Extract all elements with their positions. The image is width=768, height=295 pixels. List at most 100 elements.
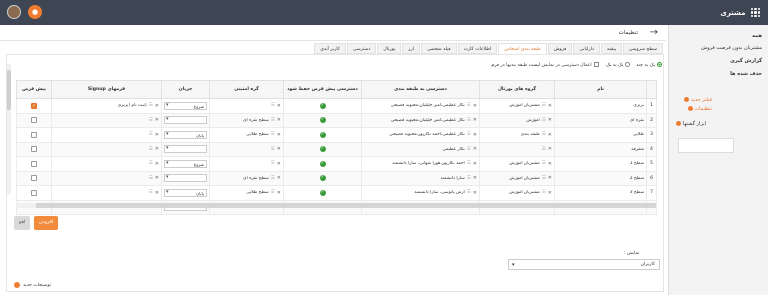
clear-icon[interactable]: ✕ bbox=[473, 175, 477, 181]
clear-icon[interactable]: ✕ bbox=[277, 103, 281, 109]
tab-classification[interactable]: طبقه بندی اشخاص bbox=[498, 43, 547, 54]
list-icon[interactable]: ☰ bbox=[542, 118, 546, 123]
check-circle-icon[interactable]: ✓ bbox=[319, 146, 326, 153]
clear-icon[interactable]: ✕ bbox=[473, 103, 477, 109]
name-cell[interactable]: نقره ای bbox=[554, 112, 647, 128]
list-icon[interactable]: ☰ bbox=[149, 103, 153, 108]
security-node-cell[interactable]: ✕ ☰ سطح نقره ای bbox=[209, 112, 284, 128]
default-checkbox[interactable] bbox=[31, 131, 37, 138]
table-row[interactable]: 5 سطح 1 ✕ ☰ مشتریان آموزش ✕ ☰ احمد نگارپور،هورا… bbox=[16, 156, 657, 172]
name-cell[interactable]: سطح 2 bbox=[554, 170, 647, 186]
default-access-cell[interactable]: ✓ bbox=[283, 141, 362, 157]
flow-cell[interactable]: پایان bbox=[161, 127, 210, 143]
check-circle-icon[interactable]: ✓ bbox=[319, 175, 326, 182]
default-access-cell[interactable]: ✓ bbox=[283, 98, 362, 114]
col-header-classification-access[interactable]: دسترسی به طبقه بندی bbox=[361, 80, 480, 99]
signup-cell[interactable]: ✕ ☰ bbox=[51, 185, 162, 201]
check-circle-icon[interactable]: ✓ bbox=[319, 131, 326, 138]
clear-icon[interactable]: ✕ bbox=[155, 190, 159, 196]
list-icon[interactable]: ☰ bbox=[467, 103, 471, 108]
sidebar-item-no-opportunity[interactable]: مشتریان بدون فرصت فروش bbox=[701, 45, 762, 51]
list-icon[interactable]: ☰ bbox=[467, 161, 471, 166]
classification-access-cell[interactable]: ✕ ☰ نگار عظیمی bbox=[361, 141, 480, 157]
default-cell[interactable] bbox=[16, 185, 52, 201]
default-checkbox[interactable] bbox=[31, 146, 37, 152]
tab-sales[interactable]: فروش bbox=[547, 43, 573, 54]
portal-group-cell[interactable]: ✕ ☰ آموزش bbox=[479, 112, 555, 128]
list-icon[interactable]: ☰ bbox=[467, 147, 471, 152]
radio-one-to-many[interactable]: یک به چند bbox=[636, 62, 662, 68]
check-circle-icon[interactable]: ✓ bbox=[319, 117, 326, 124]
back-arrow-icon[interactable]: → bbox=[650, 27, 658, 38]
name-cell[interactable]: سطح 1 bbox=[554, 156, 647, 172]
table-row[interactable]: 6 سطح 2 ✕ ☰ مشتریان آموزش ✕ ☰ سارا دانشمند ✓ ✕ ☰ سط… bbox=[16, 170, 657, 186]
classification-access-cell[interactable]: ✕ ☰ نگار عظیمی،احمد نگارپور،محبوبه فصیحی bbox=[361, 127, 480, 143]
col-header-default-access[interactable]: دسترسی پیش فرض حفظ شود bbox=[283, 80, 362, 99]
sidebar-item-reports[interactable]: گزارش گیری bbox=[730, 58, 762, 64]
clear-icon[interactable]: ✕ bbox=[277, 161, 281, 167]
list-icon[interactable]: ☰ bbox=[467, 132, 471, 137]
check-circle-icon[interactable]: ✓ bbox=[319, 102, 326, 109]
portal-group-cell[interactable]: ✕ ☰ مشتریان آموزش bbox=[479, 98, 555, 114]
vertical-scrollbar[interactable] bbox=[7, 64, 11, 194]
default-checkbox[interactable] bbox=[31, 189, 37, 196]
list-icon[interactable]: ☰ bbox=[149, 132, 153, 137]
clear-icon[interactable]: ✕ bbox=[155, 117, 159, 123]
clear-icon[interactable]: ✕ bbox=[548, 146, 552, 152]
classification-access-cell[interactable]: ✕ ☰ آرش پاتوسی، سارا دانشمند bbox=[361, 185, 480, 201]
default-cell[interactable] bbox=[16, 156, 52, 172]
clear-icon[interactable]: ✕ bbox=[155, 146, 159, 152]
portal-group-cell[interactable]: ✕ ☰ مشتریان آموزش bbox=[479, 185, 555, 201]
signup-cell[interactable]: ✕ ☰ bbox=[51, 170, 162, 186]
tab-profession[interactable]: پیشه bbox=[600, 43, 623, 54]
tab-currency[interactable]: ارز bbox=[402, 43, 420, 54]
apps-grid-icon[interactable] bbox=[750, 7, 760, 18]
clear-icon[interactable]: ✕ bbox=[473, 190, 477, 196]
add-button[interactable]: افزودن bbox=[34, 216, 59, 230]
security-node-cell[interactable]: ✕ ☰ سطح طلایی bbox=[209, 127, 284, 143]
classification-access-cell[interactable]: ✕ ☰ نگار عظیمی،امیر جلیلیان،محبوبه فصیحی bbox=[361, 112, 480, 128]
portal-group-cell[interactable]: ✕ ☰ مشتریان آموزش bbox=[479, 156, 555, 172]
list-icon[interactable]: ☰ bbox=[271, 176, 275, 181]
default-access-cell[interactable]: ✓ bbox=[283, 112, 362, 128]
name-cell[interactable]: متفرقه bbox=[554, 141, 647, 157]
portal-group-cell[interactable]: ✕☰ bbox=[479, 141, 555, 157]
flow-cell[interactable] bbox=[161, 141, 210, 157]
security-node-cell[interactable]: ✕ ☰ سطح نقره ای bbox=[209, 170, 284, 186]
tab-portal[interactable]: پورتال bbox=[377, 43, 402, 54]
default-access-cell[interactable]: ✓ bbox=[283, 185, 362, 201]
clear-icon[interactable]: ✕ bbox=[155, 132, 159, 138]
portal-group-cell[interactable]: ✕ ☰ طبقه بندی bbox=[479, 127, 555, 143]
list-icon[interactable]: ☰ bbox=[149, 190, 153, 195]
flow-select[interactable]: پایان bbox=[164, 130, 207, 139]
clear-icon[interactable]: ✕ bbox=[277, 132, 281, 138]
list-icon[interactable]: ☰ bbox=[542, 132, 546, 137]
list-icon[interactable]: ☰ bbox=[467, 118, 471, 123]
clear-icon[interactable]: ✕ bbox=[155, 161, 159, 167]
list-icon[interactable]: ☰ bbox=[149, 176, 153, 181]
sidebar-item-new-filter[interactable]: فیلتر جدید bbox=[682, 97, 712, 103]
flow-select[interactable]: شروع bbox=[164, 101, 207, 110]
col-header-security-node[interactable]: گره امنیتی bbox=[209, 80, 284, 99]
default-access-cell[interactable]: ✓ bbox=[283, 170, 362, 186]
clear-icon[interactable]: ✕ bbox=[277, 175, 281, 181]
clear-icon[interactable]: ✕ bbox=[155, 175, 159, 181]
list-icon[interactable]: ☰ bbox=[542, 176, 546, 181]
check-circle-icon[interactable]: ✓ bbox=[319, 189, 326, 196]
name-cell[interactable]: طلایی bbox=[554, 127, 647, 143]
clear-icon[interactable]: ✕ bbox=[473, 146, 477, 152]
clear-icon[interactable]: ✕ bbox=[473, 132, 477, 138]
notification-icon[interactable]: ● bbox=[28, 5, 42, 19]
security-node-cell[interactable]: ✕ ☰ سطح طلایی bbox=[209, 185, 284, 201]
classification-access-cell[interactable]: ✕ ☰ نگار عظیمی،امیر جلیلیان،محبوبه فصیحی bbox=[361, 98, 480, 114]
flow-select[interactable] bbox=[164, 174, 207, 183]
clear-icon[interactable]: ✕ bbox=[548, 132, 552, 138]
list-icon[interactable]: ☰ bbox=[271, 103, 275, 108]
flow-select[interactable]: پایان bbox=[164, 188, 207, 197]
list-icon[interactable]: ☰ bbox=[149, 118, 153, 123]
tab-assets[interactable]: دارایانی bbox=[573, 43, 600, 54]
list-icon[interactable]: ☰ bbox=[271, 161, 275, 166]
default-cell[interactable] bbox=[16, 170, 52, 186]
table-row[interactable]: 3 طلایی ✕ ☰ طبقه بندی ✕ ☰ نگار عظیمی،احمد نگارپ… bbox=[16, 127, 657, 143]
security-node-cell[interactable]: ✕☰ bbox=[209, 141, 284, 157]
